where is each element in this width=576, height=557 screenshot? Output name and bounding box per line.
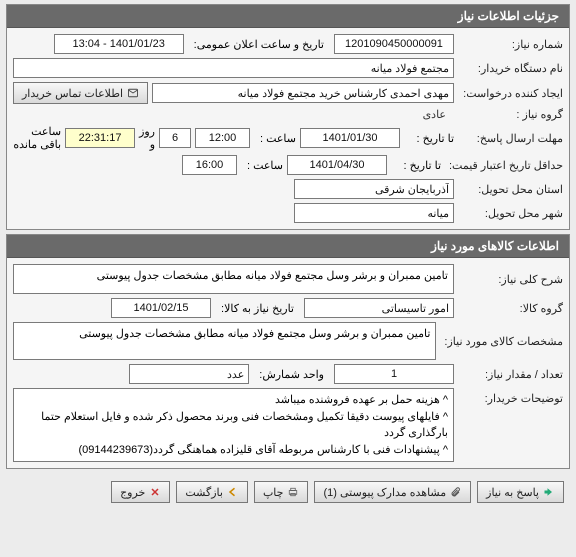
- buyer-notes-text[interactable]: ^ هزینه حمل بر عهده فروشنده میباشد ^ فای…: [13, 388, 454, 462]
- buyer-contact-label: اطلاعات تماس خریدار: [22, 87, 123, 100]
- goods-date-input[interactable]: [111, 298, 211, 318]
- buyer-notes-label: توضیحات خریدار:: [458, 388, 563, 405]
- print-icon: [287, 486, 299, 498]
- announce-datetime-label: تاریخ و ساعت اعلان عمومی:: [188, 38, 330, 51]
- goods-details-header: اطلاعات کالاهای مورد نیاز: [7, 235, 569, 258]
- countdown-input: [65, 128, 135, 148]
- attachments-label: مشاهده مدارک پیوستی (1): [323, 486, 446, 499]
- need-summary-text[interactable]: تامین ممبران و برشر وسل مجتمع فولاد میان…: [13, 264, 454, 294]
- buyer-contact-button[interactable]: اطلاعات تماس خریدار: [13, 82, 148, 104]
- reply-icon: [543, 486, 555, 498]
- to-date-label-1: تا تاریخ :: [404, 132, 454, 145]
- print-button[interactable]: چاپ: [254, 481, 309, 503]
- hour-label-2: ساعت :: [241, 159, 283, 172]
- action-bar: پاسخ به نیاز مشاهده مدارک پیوستی (1) چاپ…: [0, 473, 576, 511]
- back-button[interactable]: بازگشت: [176, 481, 248, 503]
- qty-label: تعداد / مقدار نیاز:: [458, 368, 563, 381]
- delivery-province-input[interactable]: [294, 179, 454, 199]
- goods-spec-text[interactable]: تامین ممبران و برشر وسل مجتمع فولاد میان…: [13, 322, 436, 360]
- requester-input[interactable]: [152, 83, 454, 103]
- announce-datetime-input[interactable]: [54, 34, 184, 54]
- need-number-label: شماره نیاز:: [458, 38, 563, 51]
- exit-icon: [149, 486, 161, 498]
- contact-icon: [127, 87, 139, 99]
- goods-spec-label: مشخصات کالای مورد نیاز:: [440, 335, 563, 348]
- price-hour-input[interactable]: [182, 155, 237, 175]
- hour-label-1: ساعت :: [254, 132, 296, 145]
- reply-button[interactable]: پاسخ به نیاز: [477, 481, 564, 503]
- need-group-value: عادی: [415, 108, 454, 121]
- qty-input[interactable]: [334, 364, 454, 384]
- need-group-label: گروه نیاز :: [458, 108, 563, 121]
- exit-label: خروج: [120, 486, 145, 499]
- reply-label: پاسخ به نیاز: [486, 486, 539, 499]
- days-count-input[interactable]: [159, 128, 191, 148]
- buyer-org-label: نام دستگاه خریدار:: [458, 62, 563, 75]
- print-label: چاپ: [263, 486, 284, 499]
- reply-hour-input[interactable]: [195, 128, 250, 148]
- reply-to-date-input[interactable]: [300, 128, 400, 148]
- goods-details-panel: اطلاعات کالاهای مورد نیاز شرح کلی نیاز: …: [6, 234, 570, 469]
- requester-label: ایجاد کننده درخواست:: [458, 87, 563, 100]
- need-details-header: جزئیات اطلاعات نیاز: [7, 5, 569, 28]
- price-to-date-input[interactable]: [287, 155, 387, 175]
- unit-input[interactable]: [129, 364, 249, 384]
- back-label: بازگشت: [185, 486, 223, 499]
- to-date-label-2: تا تاریخ :: [391, 159, 441, 172]
- goods-group-label: گروه کالا:: [458, 302, 563, 315]
- goods-group-input[interactable]: [304, 298, 454, 318]
- delivery-province-label: استان محل تحویل:: [458, 183, 563, 196]
- delivery-city-label: شهر محل تحویل:: [458, 207, 563, 220]
- attachment-icon: [450, 486, 462, 498]
- remaining-text: ساعت باقی مانده: [13, 125, 61, 151]
- attachments-button[interactable]: مشاهده مدارک پیوستی (1): [314, 481, 471, 503]
- back-icon: [227, 486, 239, 498]
- need-details-panel: جزئیات اطلاعات نیاز شماره نیاز: تاریخ و …: [6, 4, 570, 230]
- exit-button[interactable]: خروج: [111, 481, 170, 503]
- delivery-city-input[interactable]: [294, 203, 454, 223]
- buyer-org-input[interactable]: [13, 58, 454, 78]
- unit-label: واحد شمارش:: [253, 368, 330, 381]
- price-validity-label: حداقل تاریخ اعتبار قیمت:: [445, 159, 563, 172]
- need-number-input[interactable]: [334, 34, 454, 54]
- need-summary-label: شرح کلی نیاز:: [458, 273, 563, 286]
- goods-date-label: تاریخ نیاز به کالا:: [215, 302, 300, 315]
- days-and-text: روز و: [139, 125, 155, 151]
- reply-deadline-label: مهلت ارسال پاسخ:: [458, 132, 563, 145]
